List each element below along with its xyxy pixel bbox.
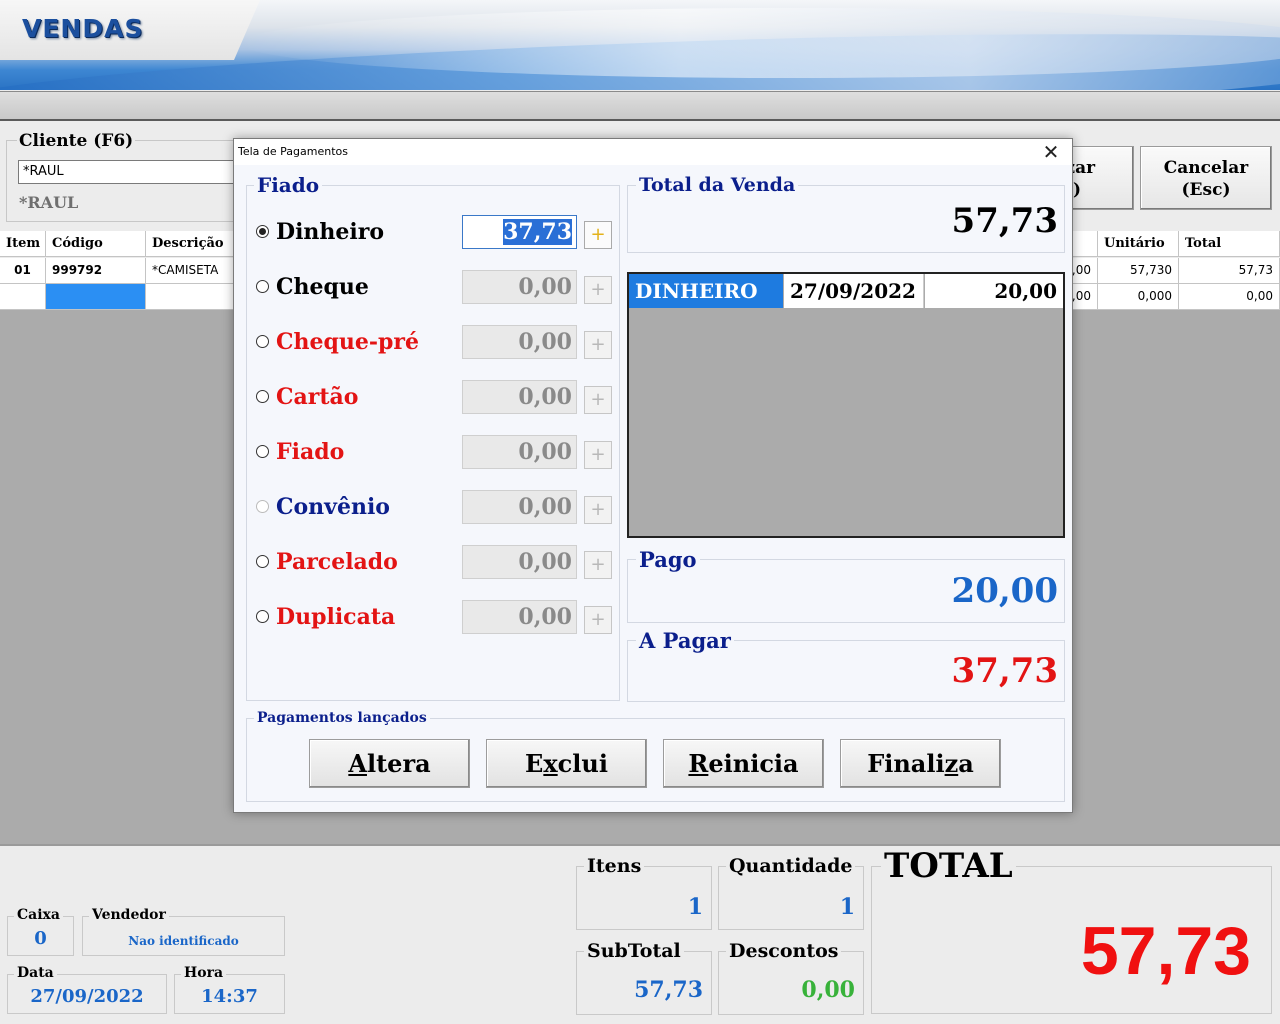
amount-input-convenio[interactable]: 0,00 bbox=[462, 490, 577, 524]
subtotal-label: SubTotal bbox=[584, 940, 684, 962]
payment-dialog: Tela de Pagamentos ✕ Fiado Dinheiro 37,73… bbox=[233, 138, 1073, 813]
plus-icon[interactable]: + bbox=[584, 441, 612, 469]
radio-cheque-pre[interactable] bbox=[256, 335, 269, 348]
payment-method-fiado: Fiado 0,00 + bbox=[254, 435, 614, 471]
amount-input-parcelado[interactable]: 0,00 bbox=[462, 545, 577, 579]
payment-method-label: Duplicata bbox=[276, 604, 396, 630]
plus-icon[interactable]: + bbox=[584, 276, 612, 304]
radio-convenio[interactable] bbox=[256, 500, 269, 513]
payment-method-label: Cheque-pré bbox=[276, 329, 419, 355]
plus-icon[interactable]: + bbox=[584, 386, 612, 414]
caixa-label: Caixa bbox=[14, 907, 63, 923]
payment-method-cheque: Cheque 0,00 + bbox=[254, 270, 614, 306]
plus-icon[interactable]: + bbox=[584, 221, 612, 249]
radio-fiado[interactable] bbox=[256, 445, 269, 458]
col-header-unitario: Unitário bbox=[1098, 231, 1179, 257]
payment-methods-label: Fiado bbox=[254, 173, 323, 197]
table-cell-item[interactable] bbox=[0, 284, 46, 310]
payment-method-label: Parcelado bbox=[276, 549, 398, 575]
payment-method-label: Convênio bbox=[276, 494, 390, 520]
radio-cheque[interactable] bbox=[256, 280, 269, 293]
table-cell-total[interactable]: 0,00 bbox=[1179, 284, 1280, 310]
itens-label: Itens bbox=[584, 855, 645, 877]
table-cell-total[interactable]: 57,73 bbox=[1179, 258, 1280, 284]
data-value: 27/09/2022 bbox=[30, 986, 144, 1007]
exclui-button[interactable]: Exclui bbox=[486, 739, 647, 788]
plus-icon[interactable]: + bbox=[584, 551, 612, 579]
payment-row-date[interactable]: 27/09/2022 bbox=[784, 274, 924, 308]
dialog-titlebar: Tela de Pagamentos ✕ bbox=[234, 139, 1072, 165]
table-cell-unitario[interactable]: 0,000 bbox=[1098, 284, 1179, 310]
descontos-label: Descontos bbox=[726, 940, 842, 962]
descontos-value: 0,00 bbox=[801, 977, 855, 1003]
table-cell-unitario[interactable]: 57,730 bbox=[1098, 258, 1179, 284]
dialog-title: Tela de Pagamentos bbox=[238, 145, 348, 158]
payment-method-cheque-pre: Cheque-pré 0,00 + bbox=[254, 325, 614, 361]
to-pay-value: 37,73 bbox=[951, 651, 1058, 691]
payment-row-amount[interactable]: 20,00 bbox=[925, 274, 1063, 308]
payment-method-parcelado: Parcelado 0,00 + bbox=[254, 545, 614, 581]
close-icon[interactable]: ✕ bbox=[1038, 140, 1064, 164]
client-label: Cliente (F6) bbox=[17, 131, 136, 151]
radio-duplicata[interactable] bbox=[256, 610, 269, 623]
posted-payments-label: Pagamentos lançados bbox=[254, 710, 430, 726]
status-panel: Caixa 0 Vendedor Nao identificado Data 2… bbox=[0, 844, 1280, 1024]
payment-method-label: Fiado bbox=[276, 439, 345, 465]
payment-method-duplicata: Duplicata 0,00 + bbox=[254, 600, 614, 636]
payment-method-dinheiro: Dinheiro 37,73 + bbox=[254, 215, 614, 251]
sale-total-label: Total da Venda bbox=[636, 174, 799, 196]
payment-method-label: Cheque bbox=[276, 274, 369, 300]
amount-input-cheque-pre[interactable]: 0,00 bbox=[462, 325, 577, 359]
data-label: Data bbox=[14, 965, 57, 981]
plus-icon[interactable]: + bbox=[584, 606, 612, 634]
sale-total-value: 57,73 bbox=[951, 201, 1058, 241]
quantidade-label: Quantidade bbox=[726, 855, 856, 877]
col-header-codigo: Código bbox=[46, 231, 146, 257]
payment-row-type[interactable]: DINHEIRO bbox=[629, 274, 783, 308]
paid-value: 20,00 bbox=[951, 571, 1058, 611]
amount-input-cheque[interactable]: 0,00 bbox=[462, 270, 577, 304]
amount-input-dinheiro[interactable]: 37,73 bbox=[462, 215, 577, 249]
total-label: TOTAL bbox=[881, 846, 1016, 886]
hora-value: 14:37 bbox=[201, 986, 258, 1007]
col-header-item: Item bbox=[0, 231, 46, 257]
payment-method-label: Dinheiro bbox=[276, 219, 385, 245]
radio-dinheiro[interactable] bbox=[256, 225, 269, 238]
to-pay-label: A Pagar bbox=[636, 628, 734, 653]
plus-icon[interactable]: + bbox=[584, 496, 612, 524]
subtotal-value: 57,73 bbox=[634, 977, 703, 1003]
plus-icon[interactable]: + bbox=[584, 331, 612, 359]
payments-list: DINHEIRO 27/09/2022 20,00 bbox=[627, 272, 1065, 538]
amount-input-duplicata[interactable]: 0,00 bbox=[462, 600, 577, 634]
quantidade-value: 1 bbox=[839, 894, 855, 920]
caixa-value: 0 bbox=[34, 928, 47, 949]
toolbar bbox=[0, 91, 1280, 121]
reinicia-button[interactable]: Reinicia bbox=[663, 739, 824, 788]
client-input[interactable]: *RAUL bbox=[18, 160, 248, 184]
hora-label: Hora bbox=[181, 965, 227, 981]
table-cell-codigo[interactable]: 999792 bbox=[46, 258, 146, 284]
amount-input-fiado[interactable]: 0,00 bbox=[462, 435, 577, 469]
dialog-body: Fiado Dinheiro 37,73 + Cheque 0,00 + Cheque-pr… bbox=[234, 165, 1072, 812]
payment-method-convenio: Convênio 0,00 + bbox=[254, 490, 614, 526]
altera-button[interactable]: Altera bbox=[309, 739, 470, 788]
radio-cartao[interactable] bbox=[256, 390, 269, 403]
header-banner: VENDAS bbox=[0, 0, 1280, 90]
vendedor-label: Vendedor bbox=[89, 907, 169, 923]
payment-method-label: Cartão bbox=[276, 384, 359, 410]
table-cell-codigo-selected[interactable] bbox=[46, 284, 146, 310]
paid-label: Pago bbox=[636, 547, 700, 572]
vendedor-value: Nao identificado bbox=[128, 934, 239, 948]
cancel-button[interactable]: Cancelar (Esc) bbox=[1140, 146, 1272, 210]
payment-method-cartao: Cartão 0,00 + bbox=[254, 380, 614, 416]
radio-parcelado[interactable] bbox=[256, 555, 269, 568]
client-name: *RAUL bbox=[19, 193, 79, 212]
total-value: 57,73 bbox=[1080, 913, 1251, 989]
table-cell-item[interactable]: 01 bbox=[0, 258, 46, 284]
finaliza-button[interactable]: Finaliza bbox=[840, 739, 1001, 788]
itens-value: 1 bbox=[687, 894, 703, 920]
col-header-total: Total bbox=[1179, 231, 1280, 257]
amount-input-cartao[interactable]: 0,00 bbox=[462, 380, 577, 414]
app-title: VENDAS bbox=[22, 14, 144, 43]
